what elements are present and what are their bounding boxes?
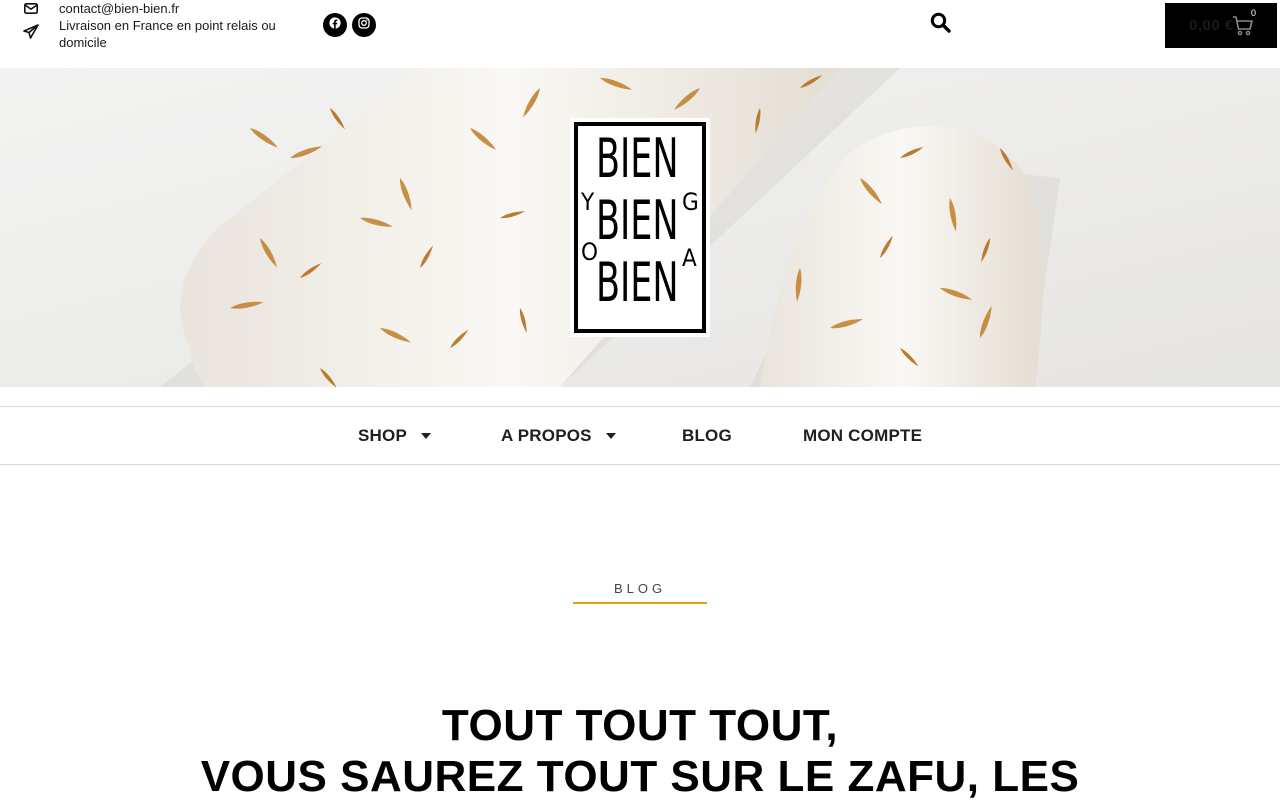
paper-plane-icon [22,23,40,39]
section-eyebrow: BLOG [613,581,667,596]
contact-email-row[interactable]: contact@bien-bien.fr [22,0,179,17]
hero-banner: BIEN BIEN BIEN Y O G A [0,68,1280,387]
main-nav: SHOP A PROPOS BLOG MON COMPTE [0,406,1280,465]
contact-email[interactable]: contact@bien-bien.fr [59,0,179,17]
chevron-down-icon [605,432,616,439]
chevron-down-icon [420,432,431,439]
shipping-info-row: Livraison en France en point relais ou d… [22,17,294,51]
cart-amount: 0,00 € [1189,17,1234,34]
nav-item-a-propos[interactable]: A PROPOS [501,426,616,446]
logo-letter-y: Y [581,188,595,216]
facebook-icon [329,16,341,34]
nav-item-label: A PROPOS [501,426,592,445]
search-button[interactable] [928,12,952,38]
nav-spacer [0,387,1280,406]
page-title-line-2: VOUS SAUREZ TOUT SUR LE ZAFU, LES [200,752,1080,800]
nav-item-shop[interactable]: SHOP [358,426,431,446]
envelope-icon [22,0,40,16]
logo-frame: BIEN BIEN BIEN Y O G A [574,122,706,333]
search-icon [930,12,951,38]
logo-letter-g: G [682,188,699,216]
facebook-link[interactable] [323,13,347,37]
eyebrow-underline [573,602,707,604]
logo-word-1: BIEN [596,127,679,190]
logo-letter-a: A [682,244,697,272]
site-logo[interactable]: BIEN BIEN BIEN Y O G A [570,118,710,337]
logo-word-2: BIEN [596,189,679,252]
logo-letter-o: O [581,238,598,266]
instagram-link[interactable] [352,13,376,37]
top-bar: contact@bien-bien.fr Livraison en France… [0,0,1280,68]
nav-item-blog[interactable]: BLOG [682,426,732,446]
cart-icon [1232,15,1254,37]
nav-item-mon-compte[interactable]: MON COMPTE [803,426,922,446]
nav-item-label: SHOP [358,426,407,445]
shipping-info: Livraison en France en point relais ou d… [59,18,276,50]
logo-word-3: BIEN [596,251,679,314]
page-title-line-1: TOUT TOUT TOUT, [441,701,839,750]
cart-count-badge: 0 [1251,8,1257,18]
nav-item-label: BLOG [682,426,732,445]
cart-button[interactable]: 0,00 € 0 [1165,3,1277,48]
instagram-icon [358,16,370,34]
nav-item-label: MON COMPTE [803,426,923,445]
page-title: TOUT TOUT TOUT, VOUS SAUREZ TOUT SUR LE … [0,700,1280,800]
